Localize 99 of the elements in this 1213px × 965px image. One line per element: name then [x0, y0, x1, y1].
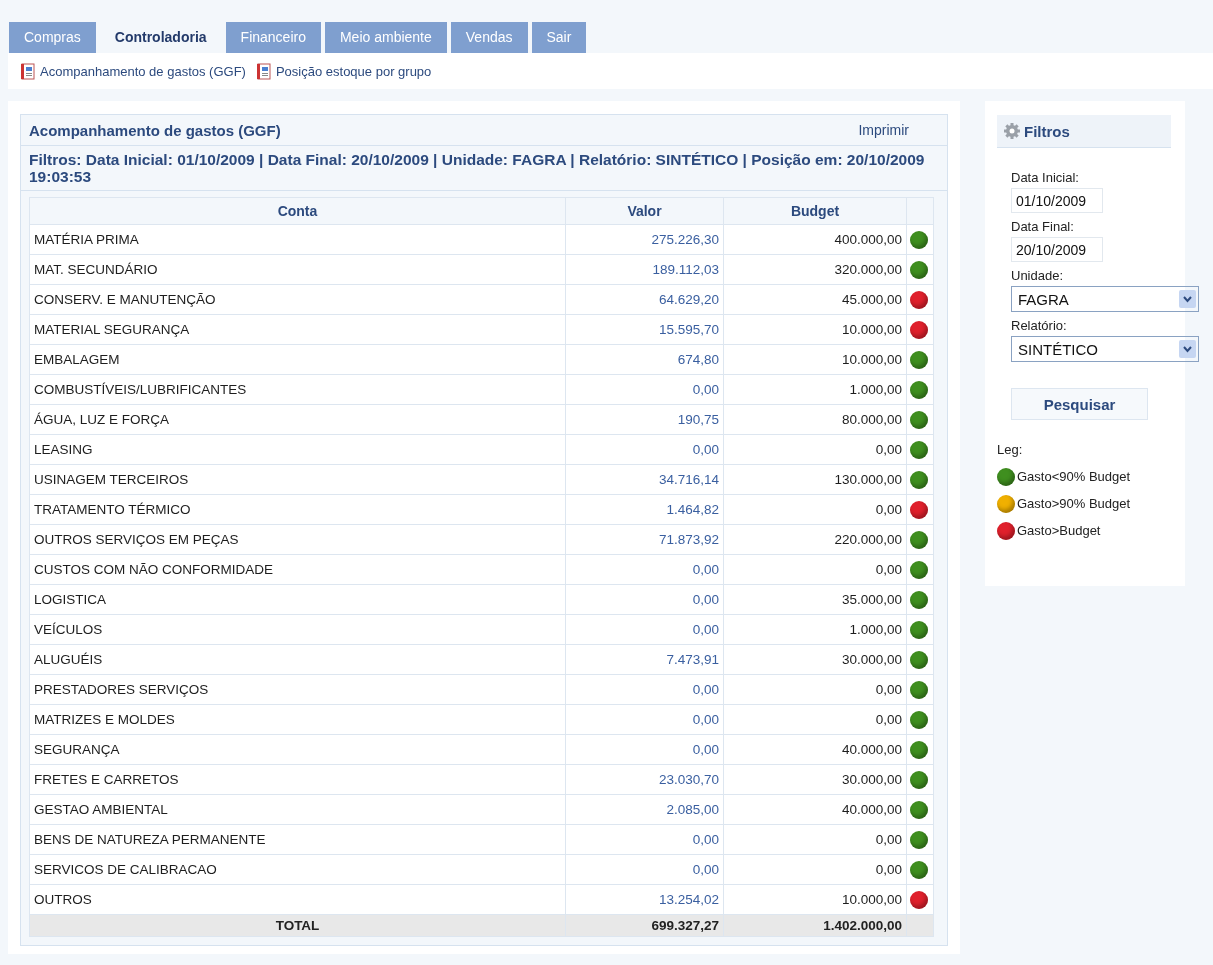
account-cell: SEGURANÇA — [29, 734, 566, 765]
value-cell: 0,00 — [565, 554, 724, 585]
field-label: Data Final: — [1011, 219, 1075, 234]
account-cell: MAT. SECUNDÁRIO — [29, 254, 566, 285]
legend-title: Leg: — [997, 442, 1024, 457]
column-header: Conta — [29, 197, 566, 225]
budget-cell: 35.000,00 — [723, 584, 907, 615]
value-cell: 34.716,14 — [565, 464, 724, 495]
value-cell: 189.112,03 — [565, 254, 724, 285]
budget-cell: 130.000,00 — [723, 464, 907, 495]
value-cell: 0,00 — [565, 614, 724, 645]
print-link[interactable]: Imprimir — [858, 122, 909, 138]
document-icon — [255, 62, 272, 80]
value-cell: 0,00 — [565, 734, 724, 765]
account-cell: MATRIZES E MOLDES — [29, 704, 566, 735]
account-cell: GESTAO AMBIENTAL — [29, 794, 566, 825]
account-cell: MATÉRIA PRIMA — [29, 224, 566, 255]
account-cell: USINAGEM TERCEIROS — [29, 464, 566, 495]
value-cell: 23.030,70 — [565, 764, 724, 795]
account-cell: LEASING — [29, 434, 566, 465]
legend-label: Gasto>Budget — [1017, 523, 1101, 538]
budget-cell: 30.000,00 — [723, 764, 907, 795]
value-cell: 15.595,70 — [565, 314, 724, 345]
budget-cell: 0,00 — [723, 494, 907, 525]
total-budget: 1.402.000,00 — [723, 914, 907, 937]
total-label: TOTAL — [29, 914, 566, 937]
legend-label: Gasto<90% Budget — [1017, 469, 1131, 484]
value-cell: 0,00 — [565, 824, 724, 855]
date-field[interactable]: 20/10/2009 — [1011, 237, 1103, 262]
value-cell: 0,00 — [565, 854, 724, 885]
budget-cell: 45.000,00 — [723, 284, 907, 315]
account-cell: TRATAMENTO TÉRMICO — [29, 494, 566, 525]
budget-cell: 320.000,00 — [723, 254, 907, 285]
budget-cell: 1.000,00 — [723, 614, 907, 645]
account-cell: CONSERV. E MANUTENÇÃO — [29, 284, 566, 315]
budget-cell: 1.000,00 — [723, 374, 907, 405]
budget-cell: 30.000,00 — [723, 644, 907, 675]
value-cell: 1.464,82 — [565, 494, 724, 525]
account-cell: LOGISTICA — [29, 584, 566, 615]
account-cell: OUTROS SERVIÇOS EM PEÇAS — [29, 524, 566, 555]
account-cell: PRESTADORES SERVIÇOS — [29, 674, 566, 705]
document-icon — [20, 62, 36, 80]
value-cell: 7.473,91 — [565, 644, 724, 675]
account-cell: BENS DE NATUREZA PERMANENTE — [29, 824, 566, 855]
account-cell: CUSTOS COM NÃO CONFORMIDADE — [29, 554, 566, 585]
budget-cell: 80.000,00 — [723, 404, 907, 435]
budget-cell: 0,00 — [723, 554, 907, 585]
value-cell: 0,00 — [565, 704, 724, 735]
value-cell: 64.629,20 — [565, 284, 724, 315]
value-cell: 71.873,92 — [565, 524, 724, 555]
budget-cell: 40.000,00 — [723, 794, 907, 825]
search-button[interactable]: Pesquisar — [1011, 388, 1148, 420]
total-value: 699.327,27 — [565, 914, 724, 937]
budget-cell: 40.000,00 — [723, 734, 907, 765]
account-cell: MATERIAL SEGURANÇA — [29, 314, 566, 345]
filters-summary: Filtros: Data Inicial: 01/10/2009 | Data Final: 20/10/2009 | Unidade: FAGRA | Relatório: SINTÉTICO | Posição em: 20/10/2009 19:03:53 — [21, 146, 947, 191]
value-cell: 0,00 — [565, 674, 724, 705]
budget-cell: 220.000,00 — [723, 524, 907, 555]
column-header: Budget — [723, 197, 907, 225]
column-header: Valor — [565, 197, 724, 225]
report-link[interactable]: Posição estoque por grupo — [255, 62, 432, 80]
budget-cell: 0,00 — [723, 824, 907, 855]
account-cell: OUTROS — [29, 884, 566, 915]
report-link[interactable]: Acompanhamento de gastos (GGF) — [20, 62, 246, 80]
select-field[interactable]: FAGRA — [1011, 286, 1199, 312]
gear-icon — [1003, 122, 1021, 140]
account-cell: FRETES E CARRETOS — [29, 764, 566, 795]
link-label: Acompanhamento de gastos (GGF) — [40, 63, 246, 79]
value-cell: 2.085,00 — [565, 794, 724, 825]
budget-cell: 0,00 — [723, 434, 907, 465]
date-field[interactable]: 01/10/2009 — [1011, 188, 1103, 213]
value-cell: 13.254,02 — [565, 884, 724, 915]
legend-label: Gasto>90% Budget — [1017, 496, 1131, 511]
account-cell: ALUGUÉIS — [29, 644, 566, 675]
budget-cell: 400.000,00 — [723, 224, 907, 255]
value-cell: 0,00 — [565, 434, 724, 465]
value-cell: 0,00 — [565, 374, 724, 405]
value-cell: 190,75 — [565, 404, 724, 435]
field-label: Relatório: — [1011, 318, 1068, 333]
value-cell: 674,80 — [565, 344, 724, 375]
account-cell: ÁGUA, LUZ E FORÇA — [29, 404, 566, 435]
select-field[interactable]: SINTÉTICO — [1011, 336, 1199, 362]
budget-cell: 0,00 — [723, 704, 907, 735]
budget-cell: 0,00 — [723, 674, 907, 705]
account-cell: EMBALAGEM — [29, 344, 566, 375]
filters-title: Filtros — [1024, 122, 1070, 140]
value-cell: 0,00 — [565, 584, 724, 615]
budget-cell: 10.000,00 — [723, 344, 907, 375]
budget-cell: 0,00 — [723, 854, 907, 885]
budget-cell: 10.000,00 — [723, 314, 907, 345]
account-cell: SERVICOS DE CALIBRACAO — [29, 854, 566, 885]
field-label: Unidade: — [1011, 268, 1065, 283]
budget-cell: 10.000,00 — [723, 884, 907, 915]
value-cell: 275.226,30 — [565, 224, 724, 255]
report-title: Acompanhamento de gastos (GGF) — [29, 121, 281, 139]
account-cell: VEÍCULOS — [29, 614, 566, 645]
field-label: Data Inicial: — [1011, 170, 1080, 185]
link-label: Posição estoque por grupo — [275, 63, 432, 79]
account-cell: COMBUSTÍVEIS/LUBRIFICANTES — [29, 374, 566, 405]
